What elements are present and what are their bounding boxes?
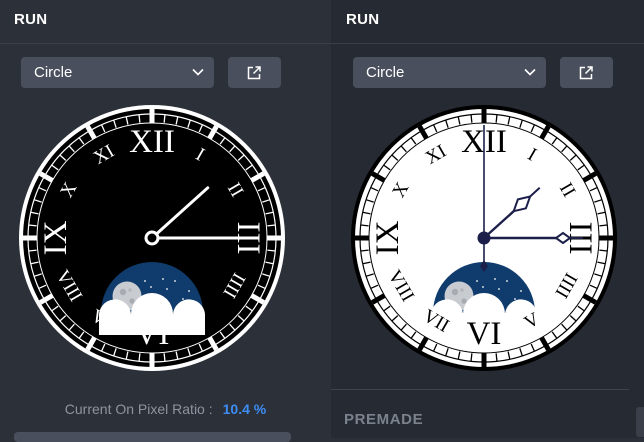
right-clock-numeral: VI [467, 316, 502, 352]
right-clock-star [514, 298, 516, 300]
chevron-down-icon [192, 68, 204, 76]
right-panel: RUN Circle XII I II III IIII V VI VII VIII IX X XI … [331, 0, 644, 438]
left-clock-numeral: IX [38, 220, 74, 255]
right-shape-select[interactable]: Circle [353, 57, 546, 88]
left-action-button[interactable] [14, 432, 291, 442]
chevron-down-icon [524, 68, 536, 76]
pixel-ratio-label: Current On Pixel Ratio : [64, 401, 213, 417]
external-link-icon [247, 66, 261, 80]
premade-section-title: PREMADE [344, 411, 424, 428]
left-open-external-button[interactable] [228, 57, 281, 88]
left-clock-numeral: VI [135, 316, 170, 352]
left-clock-star [166, 288, 168, 290]
right-open-external-button[interactable] [560, 57, 613, 88]
left-clock-center-cap [144, 230, 160, 246]
right-clock-minute-tick [360, 224, 369, 227]
left-shape-select-value: Circle [34, 64, 73, 81]
left-clock-moon-crater [128, 288, 132, 292]
left-clock-star [182, 298, 184, 300]
right-clock-preview: XII IIIIIIIIIIVVIVIIVIIIIXXXI [351, 105, 617, 371]
right-clock-numeral: IX [370, 220, 406, 255]
left-clock-star [174, 280, 176, 282]
left-panel: RUN Circle XII I II III IIII V VI VII VIII IX X XI … [0, 0, 331, 442]
right-shape-select-value: Circle [366, 64, 405, 81]
left-header: RUN [0, 0, 331, 44]
right-clock-star [520, 290, 522, 292]
right-clock-star [476, 280, 478, 282]
right-clock-star [494, 278, 496, 280]
right-header: RUN [331, 0, 644, 44]
right-clock-minute-tick [470, 353, 473, 362]
left-shape-select[interactable]: Circle [21, 57, 214, 88]
left-clock-moon-crater [119, 288, 127, 296]
left-clock-star [162, 278, 164, 280]
left-clock-star [188, 290, 190, 292]
external-link-icon [579, 66, 593, 80]
left-clock-minute-tick [138, 353, 141, 362]
left-header-title: RUN [14, 11, 48, 28]
pixel-ratio-value: 10.4 % [222, 401, 267, 417]
section-divider [331, 389, 629, 390]
left-clock-star [150, 286, 152, 288]
left-clock-minute-tick [163, 353, 166, 362]
pixel-ratio-readout: Current On Pixel Ratio : 10.4 % [0, 401, 331, 417]
right-clock-center-cap [477, 231, 491, 245]
premade-scroll-edge[interactable] [636, 407, 644, 437]
right-clock-minute-tick [495, 114, 498, 123]
left-clock-minute-tick [267, 249, 276, 252]
left-clock-minute-tick [267, 224, 276, 227]
right-clock-moon-crater [460, 288, 464, 292]
right-clock-minute-tick [599, 249, 608, 252]
left-clock-minute-tick [28, 249, 37, 252]
left-clock-minute-tick [138, 114, 141, 123]
left-clock-preview: XII IIIIIIIIIIVVIVIIVIIIIXXXI [19, 105, 285, 371]
left-clock-minute-tick [28, 224, 37, 227]
right-header-title: RUN [346, 11, 380, 28]
left-clock-star [144, 280, 146, 282]
right-clock-minute-tick [495, 353, 498, 362]
right-clock-moon-crater [451, 288, 459, 296]
left-clock-moon-crater [129, 298, 135, 304]
right-clock-star [498, 288, 500, 290]
right-clock-minute-tick [470, 114, 473, 123]
right-clock-star [506, 280, 508, 282]
right-clock-minute-tick [599, 224, 608, 227]
left-clock-numeral: XII [129, 124, 175, 160]
right-clock-star [482, 286, 484, 288]
right-clock-minute-tick [360, 249, 369, 252]
left-clock-minute-tick [163, 114, 166, 123]
right-clock-moon-crater [461, 298, 467, 304]
